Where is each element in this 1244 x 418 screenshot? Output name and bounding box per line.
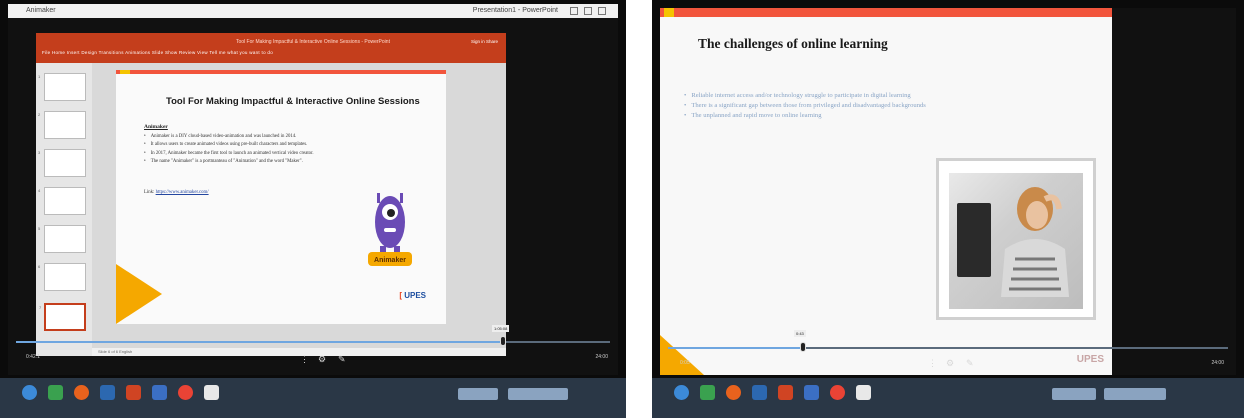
- list-item: The name "Animaker" is a portmanteau of …: [144, 158, 374, 166]
- powerpoint-icon[interactable]: [778, 385, 793, 400]
- slide-thumbnail[interactable]: 3: [38, 149, 86, 177]
- system-tray-icons[interactable]: [1104, 388, 1166, 400]
- slide-canvas: The challenges of online learning Reliab…: [660, 8, 1112, 375]
- windows-taskbar: [652, 378, 1244, 418]
- logo-text: UPES: [1076, 354, 1104, 365]
- windows-start-icon[interactable]: [674, 385, 689, 400]
- duration: 24:00: [595, 354, 608, 360]
- ppt-status-bar: Slide 6 of 6 English: [92, 348, 506, 356]
- video-window-titlebar: Animaker Presentation1 - PowerPoint: [8, 4, 618, 18]
- firefox-icon[interactable]: [726, 385, 741, 400]
- list-item: Reliable internet access and/or technolo…: [684, 91, 1104, 101]
- video-player[interactable]: Tool For Making Impactful & Interactive …: [8, 18, 618, 375]
- slide-corner-triangle: [660, 335, 704, 375]
- link-label: Link:: [144, 190, 155, 195]
- left-screenshot: Animaker Presentation1 - PowerPoint Tool…: [0, 0, 626, 418]
- divider: [626, 0, 652, 418]
- info-icon[interactable]: ⋮: [300, 354, 309, 365]
- bullet-list: Reliable internet access and/or technolo…: [684, 91, 1104, 121]
- seek-tooltip: 0:43: [794, 330, 806, 337]
- slide-thumbnails[interactable]: 1 2 3 4 5 6 7: [36, 63, 92, 356]
- window-title-right: Presentation1 - PowerPoint: [472, 7, 558, 14]
- list-item: The unplanned and rapid move to online l…: [684, 111, 1104, 121]
- slide-title: Tool For Making Impactful & Interactive …: [166, 96, 420, 107]
- current-time: 0:42:1: [26, 354, 40, 360]
- search-icon[interactable]: [48, 385, 63, 400]
- powerpoint-icon[interactable]: [126, 385, 141, 400]
- upes-logo: [ UPES: [399, 291, 426, 300]
- list-item: Animaker is a DIY cloud-based video-anim…: [144, 133, 374, 141]
- slide-thumbnail[interactable]: 2: [38, 111, 86, 139]
- settings-icon[interactable]: ⚙: [318, 354, 326, 365]
- slide-thumbnail[interactable]: 4: [38, 187, 86, 215]
- system-tray-icons[interactable]: [508, 388, 568, 400]
- current-time: 0:05: [680, 360, 690, 366]
- seek-progress: [668, 347, 802, 349]
- intro-heading: Animaker: [144, 124, 168, 130]
- upes-logo: UPES: [1077, 354, 1104, 365]
- windows-taskbar: [0, 378, 626, 418]
- list-item: It allows users to create animated video…: [144, 141, 374, 149]
- slide-thumbnail[interactable]: 1: [38, 73, 86, 101]
- pen-icon[interactable]: ✎: [338, 354, 346, 365]
- right-screenshot: The challenges of online learning Reliab…: [652, 0, 1244, 418]
- computer-monitor-icon: [957, 203, 991, 277]
- close-icon[interactable]: [598, 7, 606, 15]
- ppt-user[interactable]: Sign in Share: [471, 39, 498, 44]
- explorer-icon[interactable]: [100, 385, 115, 400]
- stressed-student-photo: [936, 158, 1096, 320]
- list-item: There is a significant gap between those…: [684, 101, 1104, 111]
- ppt-title: Tool For Making Impactful & Interactive …: [236, 39, 390, 45]
- slide-corner-triangle: [116, 264, 162, 324]
- list-item: In 2017, Animaker became the first tool …: [144, 150, 374, 158]
- slide-thumbnail-active[interactable]: 7: [39, 303, 86, 331]
- explorer-icon[interactable]: [752, 385, 767, 400]
- student-figure-icon: [1001, 187, 1069, 297]
- pen-icon[interactable]: ✎: [966, 358, 974, 369]
- bullet-list: Animaker is a DIY cloud-based video-anim…: [144, 133, 374, 167]
- ppt-ribbon: Tool For Making Impactful & Interactive …: [36, 33, 506, 63]
- system-tray[interactable]: [1052, 388, 1096, 400]
- animaker-mascot-icon: Animaker: [368, 193, 412, 266]
- firefox-icon[interactable]: [74, 385, 89, 400]
- system-tray[interactable]: [458, 388, 498, 400]
- word-icon[interactable]: [804, 385, 819, 400]
- seek-tooltip: 1:05:08: [492, 325, 510, 332]
- window-title: Animaker: [26, 7, 56, 14]
- slide-thumbnail[interactable]: 6: [38, 263, 86, 291]
- windows-start-icon[interactable]: [22, 385, 37, 400]
- seek-handle[interactable]: [800, 342, 806, 352]
- app-icon[interactable]: [204, 385, 219, 400]
- slide-accent-bar: [116, 70, 446, 74]
- chrome-icon[interactable]: [178, 385, 193, 400]
- mascot-label: Animaker: [374, 257, 406, 264]
- duration: 24:00: [1211, 360, 1224, 366]
- seek-handle[interactable]: [500, 336, 506, 346]
- slide-title: The challenges of online learning: [698, 36, 888, 51]
- slide-accent-bar: [660, 8, 1112, 17]
- slide-thumbnail[interactable]: 5: [38, 225, 86, 253]
- logo-text: UPES: [404, 291, 426, 300]
- slide-canvas: Tool For Making Impactful & Interactive …: [116, 70, 446, 324]
- link-url[interactable]: https://www.animaker.com/: [156, 190, 209, 195]
- app-icon[interactable]: [856, 385, 871, 400]
- link-line: Link: https://www.animaker.com/: [144, 190, 209, 195]
- video-player[interactable]: The challenges of online learning Reliab…: [660, 8, 1236, 375]
- seek-progress: [16, 341, 503, 343]
- ppt-ribbon-tabs[interactable]: File Home Insert Design Transitions Anim…: [42, 50, 273, 55]
- search-icon[interactable]: [700, 385, 715, 400]
- settings-icon[interactable]: ⚙: [946, 358, 954, 369]
- info-icon[interactable]: ⋮: [928, 358, 937, 369]
- word-icon[interactable]: [152, 385, 167, 400]
- maximize-icon[interactable]: [584, 7, 592, 15]
- minimize-icon[interactable]: [570, 7, 578, 15]
- chrome-icon[interactable]: [830, 385, 845, 400]
